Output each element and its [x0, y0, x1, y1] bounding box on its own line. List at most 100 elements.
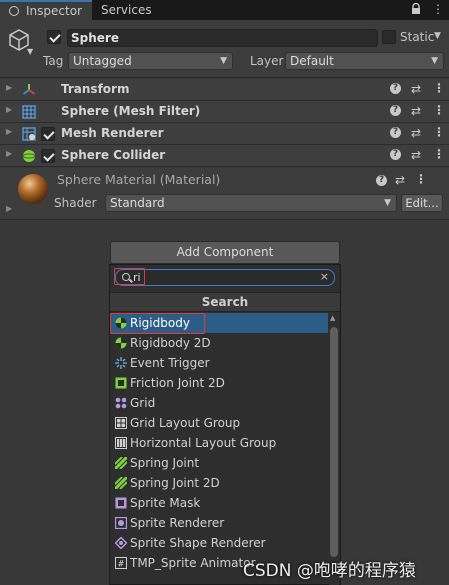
foldout-arrow-icon[interactable]: ▶ — [6, 127, 12, 136]
presets-icon[interactable]: ⇄ — [411, 104, 421, 118]
more-icon[interactable]: ⋮ — [433, 81, 445, 95]
component-title: Mesh Renderer — [61, 126, 164, 140]
more-icon[interactable]: ⋮ — [433, 147, 445, 161]
tab-inspector[interactable]: Inspector — [0, 0, 92, 20]
list-item-event-trigger[interactable]: Event Trigger — [110, 353, 328, 373]
sphere-collider-icon — [22, 150, 36, 162]
list-item-friction-joint-2d[interactable]: Friction Joint 2D — [110, 373, 328, 393]
static-label: Static — [400, 30, 435, 44]
help-icon[interactable]: ? — [390, 149, 401, 160]
list-item-sprite-mask[interactable]: Sprite Mask — [110, 493, 328, 513]
add-component-popup: ri × Search Rigidbody Rigidbody 2D Event… — [109, 264, 341, 585]
tab-services-label: Services — [101, 3, 152, 17]
more-icon[interactable]: ⋮ — [415, 172, 427, 186]
component-title: Sphere Collider — [61, 148, 166, 162]
help-icon[interactable]: ? — [376, 175, 387, 186]
chevron-down-icon: ▼ — [431, 56, 438, 66]
tab-services[interactable]: Services — [101, 0, 152, 20]
component-mesh-filter[interactable]: ▶ Sphere (Mesh Filter) ? ⇄ ⋮ — [0, 101, 449, 123]
presets-icon[interactable]: ⇄ — [411, 82, 421, 96]
component-enabled-checkbox[interactable] — [41, 127, 55, 141]
foldout-arrow-icon[interactable]: ▶ — [6, 105, 12, 114]
search-section-header: Search — [110, 292, 340, 312]
rigidbody-2d-icon — [115, 337, 127, 349]
search-results-list: Rigidbody Rigidbody 2D Event Trigger Fri… — [110, 313, 328, 573]
list-item-rigidbody-2d[interactable]: Rigidbody 2D — [110, 333, 328, 353]
component-search-input[interactable]: ri × — [115, 269, 335, 286]
inspector-icon — [9, 6, 19, 16]
presets-icon[interactable]: ⇄ — [411, 148, 421, 162]
help-icon[interactable]: ? — [390, 83, 401, 94]
tag-label: Tag — [43, 54, 64, 68]
list-item-label: Sprite Mask — [130, 496, 201, 510]
shader-value: Standard — [110, 196, 165, 210]
list-item-label: Event Trigger — [130, 356, 210, 370]
edit-shader-button[interactable]: Edit... — [401, 194, 443, 212]
component-mesh-renderer[interactable]: ▶ Mesh Renderer ? ⇄ ⋮ — [0, 123, 449, 145]
grid-icon — [115, 397, 127, 409]
list-item-grid[interactable]: Grid — [110, 393, 328, 413]
foldout-arrow-icon[interactable]: ▶ — [6, 149, 12, 158]
tab-menu-icon[interactable]: ⋮ — [432, 2, 444, 16]
component-transform[interactable]: ▶ Transform ? ⇄ ⋮ — [0, 79, 449, 101]
list-item-label: Spring Joint — [130, 456, 200, 470]
list-item-label: Sprite Renderer — [130, 516, 225, 530]
svg-text:#: # — [118, 560, 124, 570]
shader-label: Shader — [54, 196, 97, 210]
list-item-sprite-shape-renderer[interactable]: Sprite Shape Renderer — [110, 533, 328, 553]
list-item-label: Friction Joint 2D — [130, 376, 225, 390]
transform-icon — [22, 84, 36, 95]
watermark: CSDN @咆哮的程序猿 — [243, 561, 416, 581]
lock-icon[interactable] — [411, 3, 421, 15]
joint-icon — [115, 377, 127, 389]
active-checkbox[interactable] — [47, 30, 61, 44]
scrollbar-thumb[interactable] — [330, 327, 338, 557]
list-item-label: Horizontal Layout Group — [130, 436, 277, 450]
layer-label: Layer — [250, 54, 284, 68]
help-icon[interactable]: ? — [390, 105, 401, 116]
component-title: Transform — [61, 82, 130, 96]
list-item-label: TMP_Sprite Animator — [130, 556, 256, 570]
list-item-sprite-renderer[interactable]: Sprite Renderer — [110, 513, 328, 533]
component-title: Sphere (Mesh Filter) — [61, 104, 201, 118]
static-checkbox[interactable] — [382, 30, 396, 44]
material-section: ▶ Sphere Material (Material) ? ⇄ ⋮ Shade… — [0, 168, 449, 220]
mesh-filter-icon — [22, 105, 36, 119]
chevron-down-icon: ▼ — [384, 198, 391, 208]
tab-inspector-label: Inspector — [26, 4, 82, 18]
object-name-field[interactable]: Sphere — [67, 29, 378, 47]
chevron-down-icon[interactable]: ▼ — [27, 47, 33, 56]
list-item-spring-joint[interactable]: Spring Joint — [110, 453, 328, 473]
add-component-button[interactable]: Add Component — [110, 241, 340, 264]
highlight-annotation — [114, 268, 145, 285]
presets-icon[interactable]: ⇄ — [395, 173, 405, 187]
presets-icon[interactable]: ⇄ — [411, 126, 421, 140]
foldout-arrow-icon[interactable]: ▶ — [6, 83, 12, 92]
object-header: ▼ Sphere Static ▼ Tag Untagged ▼ Layer D… — [0, 20, 449, 78]
sprite-mask-icon — [115, 497, 127, 509]
tag-value: Untagged — [73, 54, 132, 68]
layer-value: Default — [290, 54, 334, 68]
more-icon[interactable]: ⋮ — [433, 125, 445, 139]
list-item-label: Rigidbody 2D — [130, 336, 211, 350]
more-icon[interactable]: ⋮ — [433, 103, 445, 117]
clear-icon[interactable]: × — [320, 270, 329, 283]
shader-dropdown[interactable]: Standard ▼ — [105, 194, 397, 212]
scroll-up-icon[interactable]: ▲ — [330, 314, 335, 322]
results-scrollbar[interactable]: ▲ — [329, 313, 339, 585]
horizontal-layout-icon — [115, 437, 127, 449]
static-dropdown-icon[interactable]: ▼ — [434, 31, 441, 41]
list-item-horizontal-layout-group[interactable]: Horizontal Layout Group — [110, 433, 328, 453]
layer-dropdown[interactable]: Default ▼ — [285, 52, 444, 70]
list-item-spring-joint-2d[interactable]: Spring Joint 2D — [110, 473, 328, 493]
list-item-label: Grid — [130, 396, 156, 410]
help-icon[interactable]: ? — [390, 127, 401, 138]
component-sphere-collider[interactable]: ▶ Sphere Collider ? ⇄ ⋮ — [0, 145, 449, 167]
foldout-arrow-icon[interactable]: ▶ — [6, 204, 12, 213]
tag-dropdown[interactable]: Untagged ▼ — [68, 52, 233, 70]
mesh-renderer-icon — [22, 127, 36, 141]
list-item-grid-layout-group[interactable]: Grid Layout Group — [110, 413, 328, 433]
component-enabled-checkbox[interactable] — [41, 149, 55, 163]
sprite-renderer-icon — [115, 517, 127, 529]
event-trigger-icon — [115, 357, 127, 369]
